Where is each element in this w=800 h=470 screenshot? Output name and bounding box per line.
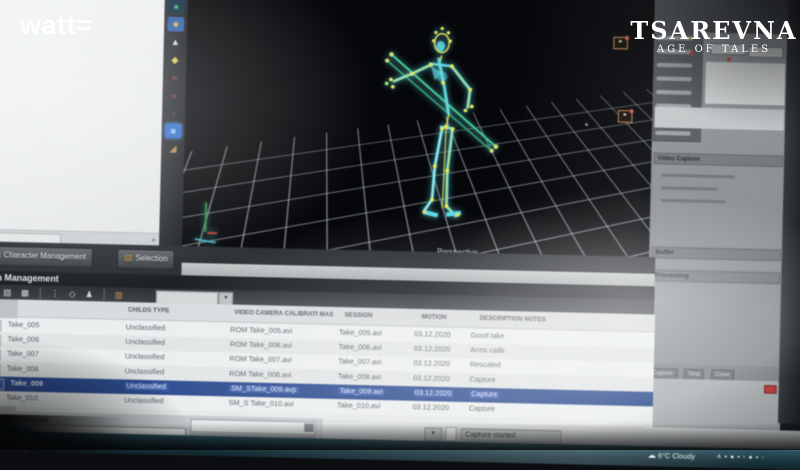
browse-icon[interactable] xyxy=(304,423,314,433)
boot-rig-icon[interactable]: ◢ xyxy=(164,141,181,156)
panel-field[interactable] xyxy=(704,61,786,106)
film-title: TSAREVNA AGE OF TALES xyxy=(628,18,800,56)
weather-widget[interactable]: ☁ 6°C Cloudy xyxy=(647,450,695,461)
camera-icon[interactable]: ▸ xyxy=(613,35,630,50)
play-icon[interactable]: ▶ xyxy=(0,363,1,376)
col-childs-type: CHILDS TYPE xyxy=(127,307,170,315)
record-indicator xyxy=(763,385,777,394)
status-dropdown-icon[interactable]: ▾ xyxy=(424,427,443,442)
actor-icon[interactable]: ♟ xyxy=(85,287,93,303)
clip-field[interactable] xyxy=(190,418,316,436)
col-video: VIDEO CAMERA CALIBRATI MAS xyxy=(234,309,334,319)
monitor-screen: ◂ ▸ ● ★ ▲ ◆ » » › ■ ◢ xyxy=(0,0,800,470)
col-session: SESSION xyxy=(344,312,373,320)
tab-character-management[interactable]: ▣Character Management xyxy=(0,245,94,268)
globe-icon[interactable]: ● xyxy=(167,0,185,14)
play-icon[interactable]: ▶ xyxy=(0,334,2,347)
camera-icon[interactable]: ▸ xyxy=(617,109,634,123)
3d-viewport[interactable]: ▸ ▸ + Perspective xyxy=(181,0,656,274)
mocap-skeleton xyxy=(194,26,499,244)
grid-icon[interactable]: ▥ xyxy=(115,287,123,303)
note-icon xyxy=(445,426,457,442)
cursor-tool-icon[interactable]: ▲ xyxy=(167,34,184,49)
folder-open-icon[interactable]: ▧ xyxy=(3,285,11,301)
play-icon[interactable]: ▶ xyxy=(0,378,5,391)
system-tray[interactable]: ∧▪●▪▫●▪◦ xyxy=(716,452,766,461)
status-message: Capture started xyxy=(460,428,562,444)
capture-properties-panel: Video Capture Buffer Processing Capture … xyxy=(644,0,790,445)
star-asset-icon[interactable]: ★ xyxy=(167,16,185,32)
play-icon[interactable]: ▶ xyxy=(0,319,2,332)
play-icon[interactable]: ▶ xyxy=(0,349,1,361)
link-icon[interactable]: ◇ xyxy=(69,286,76,302)
axis-gizmo xyxy=(194,202,217,244)
takes-table: CHILDS TYPE VIDEO CAMERA CALIBRATI MAS S… xyxy=(0,299,656,428)
red-arrow-icon[interactable]: » xyxy=(166,88,183,103)
list-icon: ▤ xyxy=(124,253,133,263)
cloud-icon: ☁ xyxy=(647,450,657,460)
document-icon: ▣ xyxy=(0,250,1,260)
rename-label xyxy=(0,415,49,423)
subtitle-text: AGE OF TALES xyxy=(656,44,772,55)
filter-icon[interactable]: ⋮ xyxy=(51,286,60,302)
tab-selection[interactable]: ▤ Selection xyxy=(116,248,176,270)
marker-tool-icon[interactable]: ◆ xyxy=(166,52,183,67)
red-arrow-icon[interactable]: » xyxy=(166,70,183,85)
title-text: TSAREVNA xyxy=(630,16,798,45)
panel-field xyxy=(654,106,785,131)
record-led xyxy=(726,57,732,62)
watt-logo: watt= xyxy=(20,10,93,40)
selected-tool-icon[interactable]: ■ xyxy=(164,123,182,139)
null-marker-icon: + xyxy=(584,121,589,130)
import-icon[interactable]: ▦ xyxy=(21,285,29,301)
col-notes: DESCRIPTION NOTES xyxy=(479,315,546,324)
motion-tool-icon[interactable]: › xyxy=(165,106,182,121)
col-motion: MOTION xyxy=(421,314,447,322)
